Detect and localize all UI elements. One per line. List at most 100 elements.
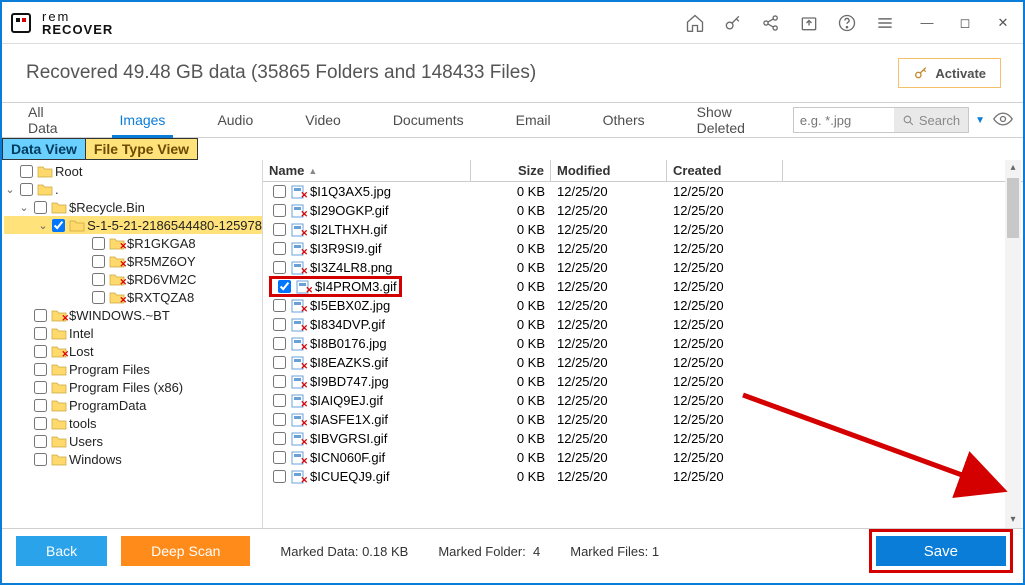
file-row[interactable]: $ICN060F.gif 0 KB 12/25/20 12/25/20 (263, 448, 1023, 467)
search-button[interactable]: Search (894, 108, 968, 132)
tab-show-deleted[interactable]: Show Deleted (671, 103, 793, 137)
tree-checkbox[interactable] (20, 183, 33, 196)
file-checkbox[interactable] (273, 394, 286, 407)
tree-item[interactable]: Users (4, 432, 262, 450)
file-checkbox[interactable] (273, 451, 286, 464)
file-row[interactable]: $I834DVP.gif 0 KB 12/25/20 12/25/20 (263, 315, 1023, 334)
tree-checkbox[interactable] (34, 399, 47, 412)
share-icon[interactable] (761, 13, 781, 33)
collapse-icon[interactable]: ⌄ (18, 201, 30, 214)
file-checkbox[interactable] (273, 223, 286, 236)
collapse-icon[interactable]: ⌄ (4, 183, 16, 196)
maximize-icon[interactable]: ◻ (953, 15, 977, 31)
tree-item[interactable]: ⌄ $Recycle.Bin (4, 198, 262, 216)
file-checkbox[interactable] (273, 470, 286, 483)
back-button[interactable]: Back (16, 536, 107, 566)
tree-checkbox[interactable] (92, 273, 105, 286)
tree-item[interactable]: ProgramData (4, 396, 262, 414)
deep-scan-button[interactable]: Deep Scan (121, 536, 250, 566)
tree-checkbox[interactable] (34, 417, 47, 430)
tree-item[interactable]: $WINDOWS.~BT (4, 306, 262, 324)
tab-others[interactable]: Others (577, 103, 671, 137)
tree-item[interactable]: $R5MZ6OY (4, 252, 262, 270)
tree-checkbox[interactable] (34, 201, 47, 214)
tree-item[interactable]: Windows (4, 450, 262, 468)
col-name[interactable]: Name▲ (263, 160, 471, 181)
tree-item[interactable]: Program Files (x86) (4, 378, 262, 396)
col-created[interactable]: Created (667, 160, 783, 181)
collapse-icon[interactable]: ⌄ (38, 219, 48, 232)
tree-item[interactable]: $RXTQZA8 (4, 288, 262, 306)
file-row[interactable]: $I3R9SI9.gif 0 KB 12/25/20 12/25/20 (263, 239, 1023, 258)
file-row[interactable]: $I8EAZKS.gif 0 KB 12/25/20 12/25/20 (263, 353, 1023, 372)
tab-all-data[interactable]: All Data (2, 103, 94, 137)
key-icon[interactable] (723, 13, 743, 33)
tree-item[interactable]: Program Files (4, 360, 262, 378)
tree-item[interactable]: ⌄ . (4, 180, 262, 198)
tab-data-view[interactable]: Data View (2, 138, 85, 160)
tree-checkbox[interactable] (34, 435, 47, 448)
file-row[interactable]: $IAIQ9EJ.gif 0 KB 12/25/20 12/25/20 (263, 391, 1023, 410)
menu-icon[interactable] (875, 13, 895, 33)
file-row[interactable]: $I5EBX0Z.jpg 0 KB 12/25/20 12/25/20 (263, 296, 1023, 315)
tab-documents[interactable]: Documents (367, 103, 490, 137)
tree-checkbox[interactable] (34, 363, 47, 376)
file-checkbox[interactable] (273, 318, 286, 331)
tree-item[interactable]: Intel (4, 324, 262, 342)
file-checkbox[interactable] (273, 185, 286, 198)
tree-checkbox[interactable] (92, 291, 105, 304)
file-checkbox[interactable] (273, 375, 286, 388)
tab-images[interactable]: Images (94, 103, 192, 137)
scroll-up-icon[interactable]: ▴ (1005, 160, 1021, 176)
tab-video[interactable]: Video (279, 103, 367, 137)
file-row[interactable]: $I3Z4LR8.png 0 KB 12/25/20 12/25/20 (263, 258, 1023, 277)
tab-file-type-view[interactable]: File Type View (85, 138, 198, 160)
vertical-scrollbar[interactable]: ▴ ▾ (1005, 160, 1021, 528)
col-size[interactable]: Size (471, 160, 551, 181)
file-checkbox[interactable] (273, 204, 286, 217)
file-row[interactable]: $I2LTHXH.gif 0 KB 12/25/20 12/25/20 (263, 220, 1023, 239)
file-row[interactable]: $I29OGKP.gif 0 KB 12/25/20 12/25/20 (263, 201, 1023, 220)
col-modified[interactable]: Modified (551, 160, 667, 181)
file-row[interactable]: $I8B0176.jpg 0 KB 12/25/20 12/25/20 (263, 334, 1023, 353)
preview-eye-icon[interactable] (993, 112, 1013, 129)
home-icon[interactable] (685, 13, 705, 33)
tab-audio[interactable]: Audio (191, 103, 279, 137)
tree-item[interactable]: ⌄ S-1-5-21-2186544480-125978 (4, 216, 262, 234)
file-checkbox[interactable] (273, 337, 286, 350)
tree-checkbox[interactable] (52, 219, 65, 232)
tree-checkbox[interactable] (34, 309, 47, 322)
tree-checkbox[interactable] (34, 453, 47, 466)
minimize-icon[interactable]: — (915, 15, 939, 31)
tree-item[interactable]: Lost (4, 342, 262, 360)
activate-button[interactable]: Activate (898, 58, 1001, 88)
tree-item[interactable]: $RD6VM2C (4, 270, 262, 288)
file-checkbox[interactable] (273, 299, 286, 312)
tree-item[interactable]: tools (4, 414, 262, 432)
file-checkbox[interactable] (273, 356, 286, 369)
tree-checkbox[interactable] (34, 327, 47, 340)
update-icon[interactable] (799, 13, 819, 33)
tree-checkbox[interactable] (92, 237, 105, 250)
file-row[interactable]: $IBVGRSI.gif 0 KB 12/25/20 12/25/20 (263, 429, 1023, 448)
file-row[interactable]: $IASFE1X.gif 0 KB 12/25/20 12/25/20 (263, 410, 1023, 429)
tree-checkbox[interactable] (34, 345, 47, 358)
tree-checkbox[interactable] (92, 255, 105, 268)
save-button[interactable]: Save (876, 536, 1006, 566)
scroll-down-icon[interactable]: ▾ (1005, 512, 1021, 528)
file-checkbox[interactable] (273, 261, 286, 274)
file-row[interactable]: $ICUEQJ9.gif 0 KB 12/25/20 12/25/20 (263, 467, 1023, 486)
file-checkbox[interactable] (273, 242, 286, 255)
tree-checkbox[interactable] (20, 165, 33, 178)
file-row[interactable]: $I1Q3AX5.jpg 0 KB 12/25/20 12/25/20 (263, 182, 1023, 201)
file-row[interactable]: $I9BD747.jpg 0 KB 12/25/20 12/25/20 (263, 372, 1023, 391)
file-row[interactable]: $I4PROM3.gif 0 KB 12/25/20 12/25/20 (263, 277, 1023, 296)
tree-checkbox[interactable] (34, 381, 47, 394)
file-checkbox[interactable] (278, 280, 291, 293)
help-icon[interactable] (837, 13, 857, 33)
file-checkbox[interactable] (273, 432, 286, 445)
search-input[interactable] (794, 113, 894, 128)
tree-item-root[interactable]: Root (4, 162, 262, 180)
search-dropdown-icon[interactable]: ▼ (975, 115, 985, 126)
file-checkbox[interactable] (273, 413, 286, 426)
